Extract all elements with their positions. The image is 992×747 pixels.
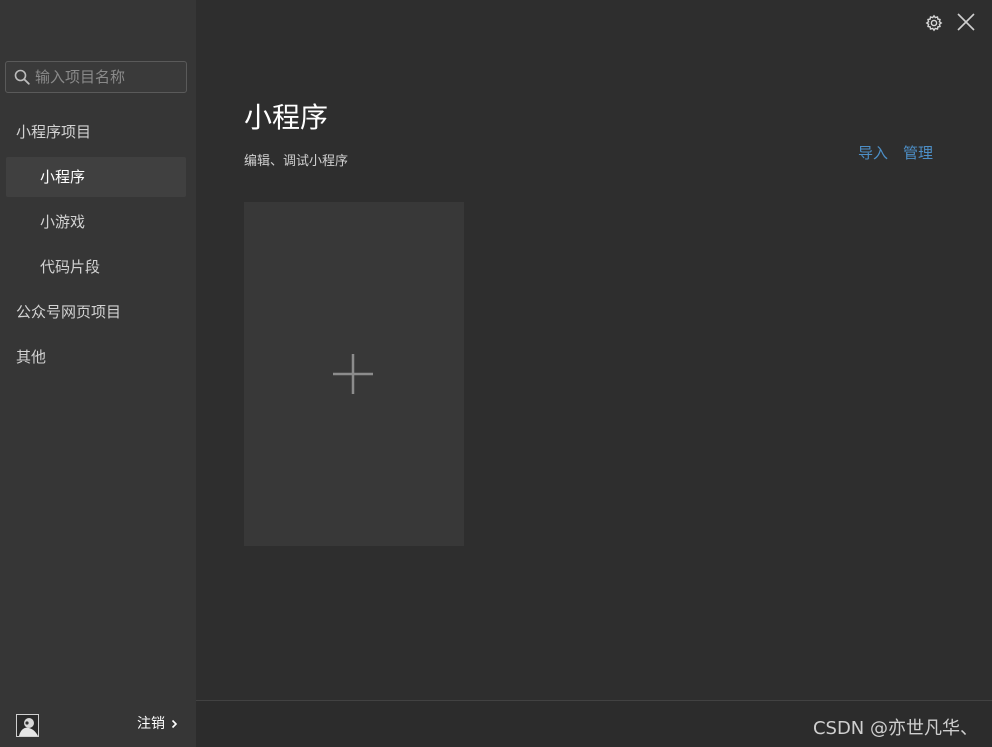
new-project-card[interactable]: [244, 202, 464, 546]
settings-icon[interactable]: [925, 14, 943, 32]
sidebar-item-miniprogram-projects[interactable]: 小程序项目: [0, 112, 196, 152]
watermark-text: CSDN @亦世凡华、: [812, 718, 978, 739]
close-icon[interactable]: [956, 12, 976, 32]
sidebar-item-code-snippets[interactable]: 代码片段: [0, 247, 196, 287]
import-link[interactable]: 导入: [858, 142, 888, 163]
project-search-box[interactable]: [5, 61, 187, 93]
logout-button[interactable]: 注销: [137, 714, 178, 734]
page-subtitle: 编辑、调试小程序: [244, 154, 349, 169]
plus-icon: [333, 354, 373, 394]
sidebar-item-official-account-web[interactable]: 公众号网页项目: [0, 292, 196, 332]
sidebar-item-minigame[interactable]: 小游戏: [0, 202, 196, 242]
manage-link[interactable]: 管理: [903, 142, 933, 163]
project-search-input[interactable]: [35, 68, 186, 86]
sidebar: 小程序项目 小程序 小游戏 代码片段 公众号网页项目 其他 注销: [0, 0, 196, 747]
search-icon: [14, 69, 30, 85]
page-title: 小程序: [244, 101, 329, 134]
sidebar-item-other[interactable]: 其他: [0, 337, 196, 377]
chevron-right-icon: [171, 719, 178, 729]
avatar[interactable]: [16, 714, 39, 737]
user-avatar-icon: [17, 715, 38, 736]
sidebar-item-miniprogram[interactable]: 小程序: [6, 157, 186, 197]
logout-label: 注销: [137, 716, 165, 732]
